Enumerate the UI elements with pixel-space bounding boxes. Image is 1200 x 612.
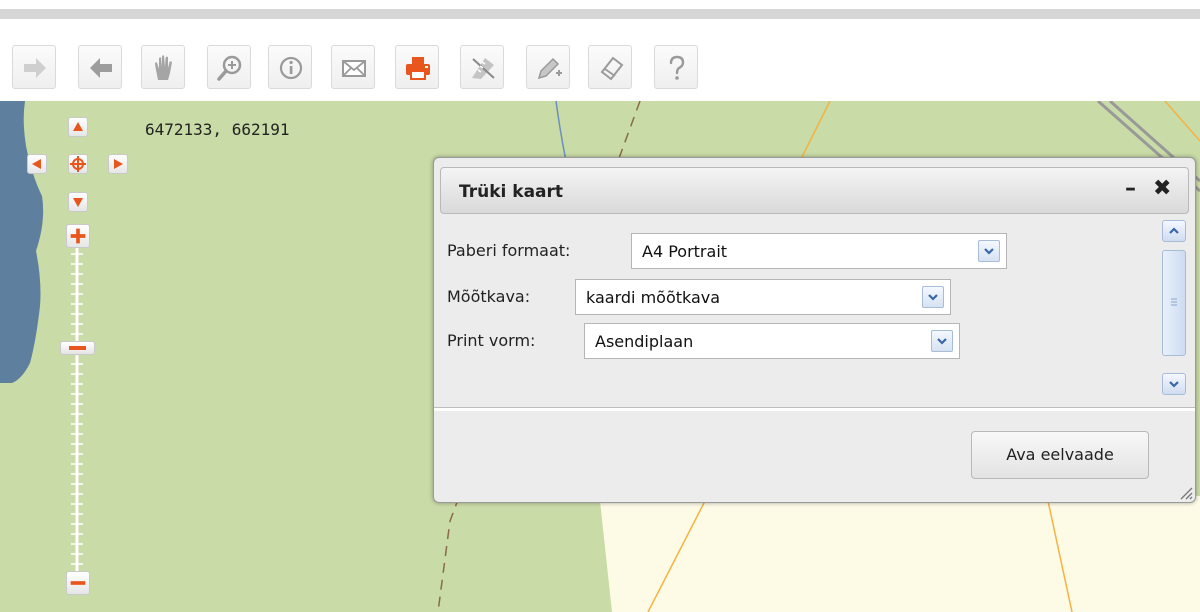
pan-down-button[interactable] [68, 192, 88, 212]
print-form-value: Asendiplaan [595, 332, 694, 351]
forward-button[interactable] [12, 45, 56, 89]
chevron-down-icon [928, 294, 938, 301]
info-icon [279, 56, 303, 80]
zoom-slider-track[interactable] [60, 248, 94, 573]
chevron-down-icon [937, 338, 947, 345]
dialog-body: Paberi formaat: A4 Portrait Mõõtkava: ka… [440, 218, 1162, 400]
arrow-left-icon [90, 58, 112, 78]
dropdown-arrow[interactable] [922, 286, 944, 308]
erase-button[interactable] [588, 45, 632, 89]
measure-icon [472, 58, 495, 79]
scale-select[interactable]: kaardi mõõtkava [575, 279, 951, 315]
email-button[interactable] [331, 45, 375, 89]
triangle-right-icon [114, 159, 123, 169]
help-icon [669, 55, 685, 80]
scroll-up-button[interactable] [1162, 220, 1186, 242]
pan-left-button[interactable] [27, 154, 47, 174]
pan-center-button[interactable] [68, 154, 88, 174]
pan-up-button[interactable] [68, 117, 88, 137]
scroll-thumb[interactable] [1162, 250, 1186, 356]
draw-icon [537, 57, 562, 80]
map-toolbar [0, 19, 1200, 101]
zoom-in-button[interactable] [207, 45, 251, 89]
hand-icon [155, 55, 172, 80]
paper-format-select[interactable]: A4 Portrait [631, 233, 1007, 269]
pan-right-button[interactable] [108, 154, 128, 174]
scale-label: Mõõtkava: [447, 287, 531, 306]
eraser-icon [600, 56, 624, 81]
dropdown-arrow[interactable] [931, 330, 953, 352]
zoom-in-map-button[interactable] [66, 224, 90, 248]
measure-button[interactable] [460, 45, 504, 89]
dialog-scrollbar[interactable] [1162, 220, 1186, 402]
top-divider [0, 9, 1200, 19]
arrow-right-icon [24, 58, 46, 78]
close-button[interactable]: ✖ [1153, 176, 1171, 201]
dialog-title: Trüki kaart [459, 182, 564, 202]
zoom-in-icon [217, 55, 242, 81]
info-button[interactable] [268, 45, 312, 89]
zoom-slider-handle[interactable] [60, 341, 95, 355]
open-preview-button[interactable]: Ava eelvaade [971, 431, 1149, 479]
dropdown-arrow[interactable] [978, 240, 1000, 262]
print-form-select[interactable]: Asendiplaan [584, 323, 960, 359]
scroll-down-button[interactable] [1162, 373, 1186, 395]
scale-value: kaardi mõõtkava [586, 288, 721, 307]
dialog-divider [434, 407, 1195, 411]
coordinate-readout: 6472133, 662191 [145, 120, 290, 139]
zoom-out-map-button[interactable] [66, 571, 90, 595]
resize-grip-icon[interactable] [1177, 484, 1193, 500]
paper-format-value: A4 Portrait [642, 242, 728, 261]
back-button[interactable] [78, 45, 122, 89]
triangle-up-icon [73, 122, 83, 131]
minus-icon [70, 581, 86, 585]
print-button[interactable] [395, 45, 439, 89]
chevron-down-icon [984, 248, 994, 255]
chevron-up-icon [1169, 227, 1179, 234]
chevron-down-icon [1169, 381, 1179, 388]
triangle-left-icon [32, 159, 41, 169]
mail-icon [342, 60, 366, 77]
triangle-down-icon [73, 198, 83, 207]
print-form-label: Print vorm: [447, 331, 536, 350]
dialog-header[interactable]: Trüki kaart – ✖ [440, 167, 1189, 214]
minimize-button[interactable]: – [1125, 176, 1136, 201]
grip-icon [1171, 298, 1177, 306]
top-strip [0, 0, 1200, 9]
paper-format-label: Paberi formaat: [447, 241, 571, 260]
pan-button[interactable] [141, 45, 185, 89]
crosshair-icon [70, 156, 86, 172]
draw-button[interactable] [526, 45, 570, 89]
printer-icon [406, 57, 430, 80]
plus-icon [70, 228, 86, 244]
print-map-dialog: Trüki kaart – ✖ Paberi formaat: A4 Portr… [433, 157, 1196, 503]
help-button[interactable] [654, 45, 698, 89]
